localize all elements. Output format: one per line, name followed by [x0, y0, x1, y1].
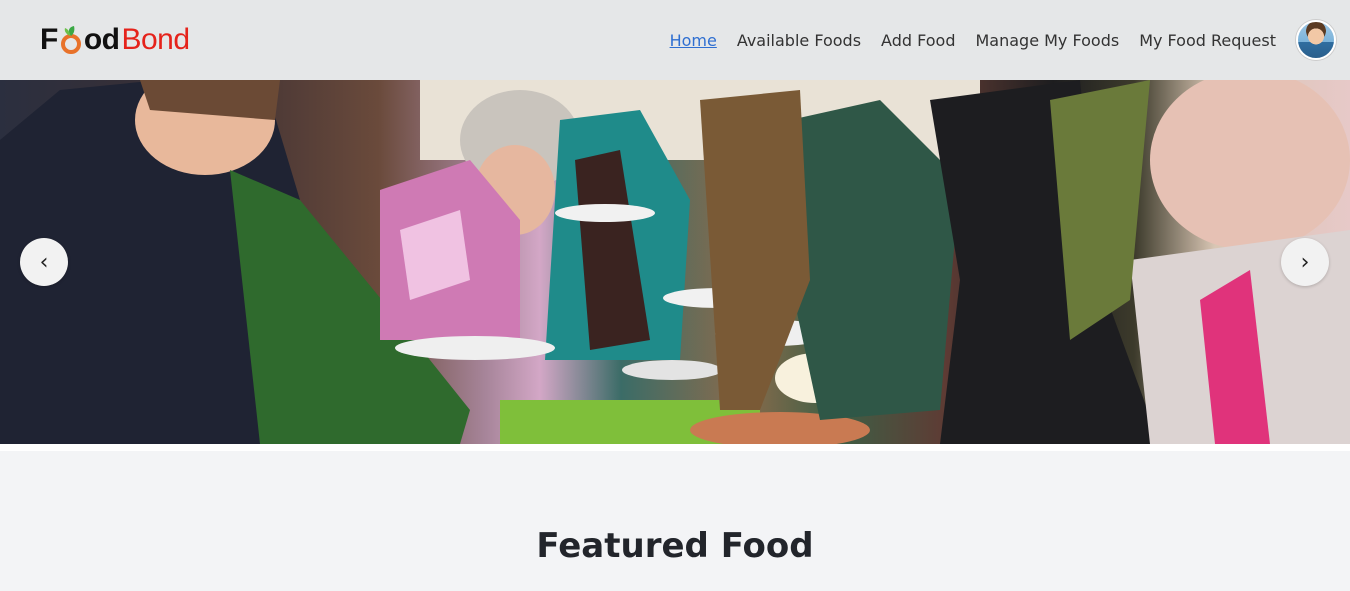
- main-nav: Home Available Foods Add Food Manage My …: [670, 31, 1276, 50]
- brand-logo[interactable]: F od Bond: [40, 20, 190, 60]
- hero-carousel: ‹ ›: [0, 80, 1350, 444]
- user-avatar[interactable]: [1296, 20, 1336, 60]
- brand-logo-part3: Bond: [121, 23, 190, 56]
- nav-link-add-food[interactable]: Add Food: [881, 31, 955, 50]
- brand-logo-part1: F: [40, 23, 58, 56]
- carousel-prev-button[interactable]: ‹: [20, 238, 68, 286]
- section-divider: [0, 444, 1350, 451]
- leaf-icon: [59, 25, 83, 55]
- nav-link-home[interactable]: Home: [670, 31, 717, 50]
- nav-link-my-food-request[interactable]: My Food Request: [1139, 31, 1276, 50]
- nav-link-manage-my-foods[interactable]: Manage My Foods: [975, 31, 1119, 50]
- brand-logo-part2: od: [83, 23, 120, 56]
- navbar: F od Bond Home Available Foods Add Food …: [0, 0, 1350, 80]
- hero-image: [0, 80, 1350, 444]
- carousel-next-button[interactable]: ›: [1281, 238, 1329, 286]
- nav-link-available-foods[interactable]: Available Foods: [737, 31, 861, 50]
- featured-food-heading: Featured Food: [536, 526, 814, 566]
